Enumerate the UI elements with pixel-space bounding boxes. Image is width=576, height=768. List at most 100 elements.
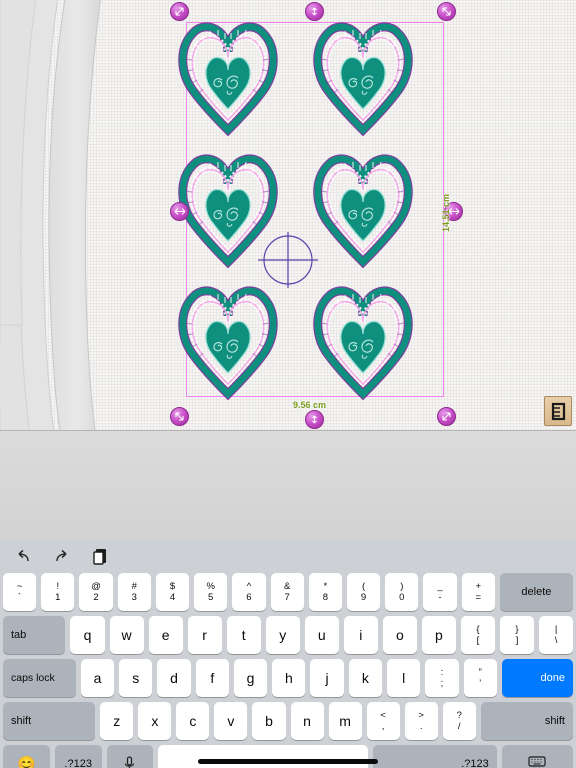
key-q[interactable]: q: [70, 616, 105, 654]
key-base-label: 4: [169, 591, 176, 603]
redo-icon[interactable]: [51, 546, 73, 568]
key-n[interactable]: n: [290, 702, 324, 740]
key-1[interactable]: ! 1: [41, 573, 75, 611]
key-y[interactable]: y: [265, 616, 300, 654]
key-h[interactable]: h: [272, 659, 306, 697]
key-tab[interactable]: tab: [3, 616, 66, 654]
key-shift-label: }: [515, 623, 519, 635]
keyboard-row-home: caps lock a s d f g h j k l:;”’ done: [0, 659, 576, 697]
key-u[interactable]: u: [304, 616, 339, 654]
key-shift-label: #: [131, 580, 137, 592]
design-canvas[interactable]: 9.56 cm 14.51 cm: [0, 0, 576, 430]
paste-icon[interactable]: [90, 546, 112, 568]
key-8[interactable]: * 8: [308, 573, 342, 611]
key-t[interactable]: t: [226, 616, 261, 654]
key-c[interactable]: c: [176, 702, 210, 740]
key-numbers-left[interactable]: .?123: [54, 745, 102, 768]
key-][interactable]: }]: [499, 616, 535, 654]
key-done[interactable]: done: [501, 659, 573, 697]
key-x[interactable]: x: [138, 702, 172, 740]
key-`[interactable]: ~ `: [3, 573, 37, 611]
key-base-label: ]: [515, 634, 519, 646]
key-l[interactable]: l: [387, 659, 421, 697]
key-i[interactable]: i: [343, 616, 378, 654]
resize-handle-bottom-left[interactable]: [170, 407, 189, 426]
move-handle-bottom-center[interactable]: [305, 410, 324, 429]
mic-icon: [125, 756, 135, 768]
key-shift-right[interactable]: shift: [480, 702, 573, 740]
resize-handle-middle-left[interactable]: [170, 202, 189, 221]
key-base-label: 3: [131, 591, 137, 603]
key-3[interactable]: #3: [117, 573, 151, 611]
key-base-label: 5: [208, 591, 214, 603]
key-e[interactable]: e: [148, 616, 183, 654]
key-shift-label: ~: [16, 580, 23, 592]
key-a[interactable]: a: [80, 659, 115, 697]
key-4[interactable]: $4: [155, 573, 190, 611]
key-base-label: =: [475, 591, 482, 603]
key-0[interactable]: ) 0: [385, 573, 419, 611]
key-shift-left[interactable]: shift: [3, 702, 96, 740]
key-numbers-right[interactable]: .?123: [372, 745, 497, 768]
key-m[interactable]: m: [328, 702, 362, 740]
key-d[interactable]: d: [157, 659, 191, 697]
key-2[interactable]: @2: [79, 573, 113, 611]
key-base-label: ’: [479, 677, 482, 689]
embroidery-design-artwork[interactable]: [168, 18, 468, 418]
key-.[interactable]: >.: [404, 702, 438, 740]
resize-handle-bottom-right[interactable]: [437, 407, 456, 426]
key-5[interactable]: % 5: [194, 573, 228, 611]
move-handle-top-center[interactable]: [305, 2, 324, 21]
key-base-label: 0: [399, 591, 405, 603]
key-;[interactable]: :;: [425, 659, 459, 697]
key-base-label: 9: [360, 591, 367, 603]
key-g[interactable]: g: [233, 659, 268, 697]
key-k[interactable]: k: [348, 659, 382, 697]
heart-5: [183, 291, 274, 394]
key-dismiss-keyboard[interactable]: [501, 745, 574, 768]
keyboard-row-qwerty: tab q w e r t y u i o p{[}] | \: [0, 616, 576, 654]
key-b[interactable]: b: [252, 702, 286, 740]
key-\[interactable]: | \: [539, 616, 574, 654]
key-=[interactable]: + =: [461, 573, 495, 611]
key-/[interactable]: ? /: [442, 702, 476, 740]
key-,[interactable]: <,: [366, 702, 400, 740]
key-base-label: .: [419, 720, 423, 732]
key-shift-label: &: [283, 580, 291, 592]
key-emoji[interactable]: 😊: [3, 745, 50, 768]
key--[interactable]: _ -: [423, 573, 457, 611]
duplicate-settings-panel: 1.0 mm 1 Reduce layers: [0, 430, 576, 540]
key-’[interactable]: ”’: [463, 659, 497, 697]
undo-icon[interactable]: [12, 546, 34, 568]
key-[[interactable]: {[: [460, 616, 495, 654]
key-s[interactable]: s: [119, 659, 153, 697]
height-dimension-label: 14.51 cm: [441, 193, 451, 232]
key-j[interactable]: j: [310, 659, 344, 697]
key-r[interactable]: r: [187, 616, 222, 654]
app-root: 9.56 cm 14.51 cm 1.0 mm: [0, 0, 576, 768]
key-o[interactable]: o: [382, 616, 417, 654]
key-shift-label: @: [91, 580, 101, 592]
resize-handle-top-right[interactable]: [437, 2, 456, 21]
resize-handle-top-left[interactable]: [170, 2, 189, 21]
key-9[interactable]: (9: [346, 573, 381, 611]
width-dimension-label: 9.56 cm: [293, 400, 327, 410]
ruler-icon: [551, 402, 565, 420]
key-space[interactable]: [158, 745, 368, 768]
keyboard-row-numbers: ~ `! 1 @2 #3 $4% 5 ^ 6 & 7 * 8(9) 0 _ - + = delete: [0, 573, 576, 611]
key-caps-lock[interactable]: caps lock: [3, 659, 76, 697]
key-base-label: /: [457, 720, 461, 732]
key-w[interactable]: w: [109, 616, 144, 654]
key-p[interactable]: p: [421, 616, 456, 654]
key-6[interactable]: ^ 6: [232, 573, 266, 611]
key-7[interactable]: & 7: [270, 573, 304, 611]
key-base-label: ,: [381, 720, 385, 732]
key-delete[interactable]: delete: [499, 573, 573, 611]
key-z[interactable]: z: [100, 702, 134, 740]
key-microphone[interactable]: [106, 745, 154, 768]
key-f[interactable]: f: [195, 659, 229, 697]
key-shift-label: :: [440, 666, 444, 678]
key-v[interactable]: v: [214, 702, 248, 740]
ruler-tool-button[interactable]: [544, 396, 572, 426]
heart-1: [183, 27, 274, 130]
